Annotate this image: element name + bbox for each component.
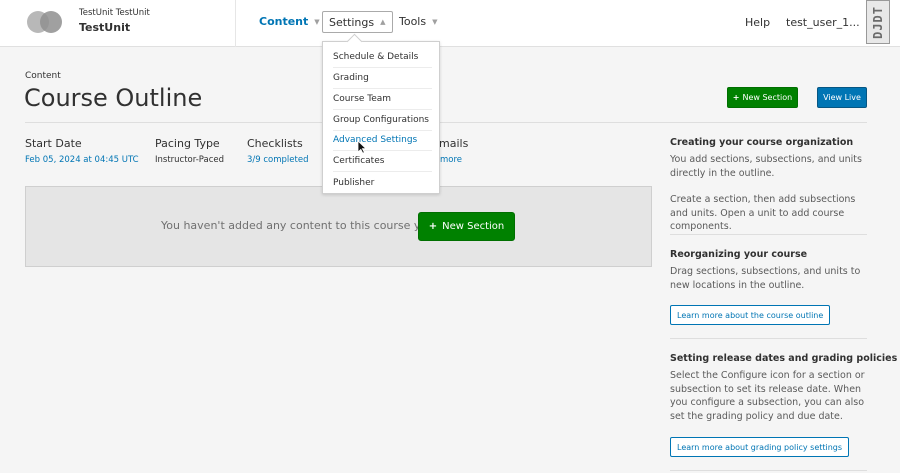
header-divider [235,0,236,47]
pacing-type-value: Instructor-Paced [155,155,225,165]
sidebar-text: Select the Configure icon for a section … [670,370,865,422]
chevron-down-icon: ▼ [432,17,438,26]
checklists-label: Checklists [247,137,303,150]
debug-toolbar-handle[interactable]: DJDT [866,0,890,44]
help-link[interactable]: Help [745,16,770,29]
sidebar-heading-organization: Creating your course organization [670,137,854,148]
course-name[interactable]: TestUnit [79,21,130,34]
sidebar-divider [670,470,867,471]
sidebar-divider [670,234,867,235]
new-section-button[interactable]: + New Section [727,87,798,108]
menu-item-course-team[interactable]: Course Team [333,89,432,110]
start-date-link[interactable]: Feb 05, 2024 at 04:45 UTC [25,155,139,165]
mouse-cursor-icon [357,140,367,154]
add-section-label: New Section [442,221,505,232]
chevron-down-icon: ▼ [314,17,320,26]
org-name: TestUnit TestUnit [79,8,150,18]
nav-settings-menu[interactable]: Settings ▲ [322,11,393,33]
page-title: Course Outline [24,84,203,112]
sidebar-heading-release-dates: Setting release dates and grading polici… [670,353,898,364]
page-eyebrow: Content [25,71,61,81]
nav-settings-label: Settings [329,15,375,29]
start-date-label: Start Date [25,137,82,150]
emails-link[interactable]: more [440,155,462,165]
menu-item-schedule-details[interactable]: Schedule & Details [333,47,432,68]
menu-item-group-configurations[interactable]: Group Configurations [333,110,432,131]
settings-dropdown: Schedule & Details Grading Course Team G… [322,41,440,194]
studio-logo[interactable] [27,11,63,33]
add-section-button[interactable]: + New Section [418,212,515,241]
chevron-up-icon: ▲ [380,18,386,26]
nav-content-label: Content [259,15,309,28]
pacing-type-label: Pacing Type [155,137,220,150]
sidebar-text: You add sections, subsections, and units… [670,154,862,179]
user-menu[interactable]: test_user_1... [786,16,860,29]
new-section-label: New Section [742,93,793,102]
logo-circle-right [40,11,62,33]
title-divider [25,122,867,123]
menu-item-grading[interactable]: Grading [333,68,432,89]
menu-item-certificates[interactable]: Certificates [333,151,432,172]
menu-item-publisher[interactable]: Publisher [333,172,432,193]
sidebar-divider [670,338,867,339]
sidebar-heading-reorganizing: Reorganizing your course [670,249,808,260]
nav-content-menu[interactable]: Content ▼ [259,15,320,28]
checklists-link[interactable]: 3/9 completed [247,155,308,165]
empty-outline-message: You haven't added any content to this co… [161,219,435,232]
plus-icon: + [428,221,438,232]
sidebar-text: Drag sections, subsections, and units to… [670,266,861,291]
top-header: TestUnit TestUnit TestUnit Content ▼ Set… [0,0,900,47]
menu-item-advanced-settings[interactable]: Advanced Settings [333,130,432,151]
plus-icon: + [732,93,740,102]
nav-tools-menu[interactable]: Tools ▼ [399,15,438,28]
view-live-button[interactable]: View Live [817,87,867,108]
nav-tools-label: Tools [399,15,427,28]
learn-grading-button[interactable]: Learn more about grading policy settings [670,437,850,457]
emails-label: mails [439,137,469,150]
debug-toolbar-label: DJDT [871,5,885,39]
sidebar-text: Create a section, then add subsections a… [670,194,856,232]
learn-outline-button[interactable]: Learn more about the course outline [670,305,831,325]
